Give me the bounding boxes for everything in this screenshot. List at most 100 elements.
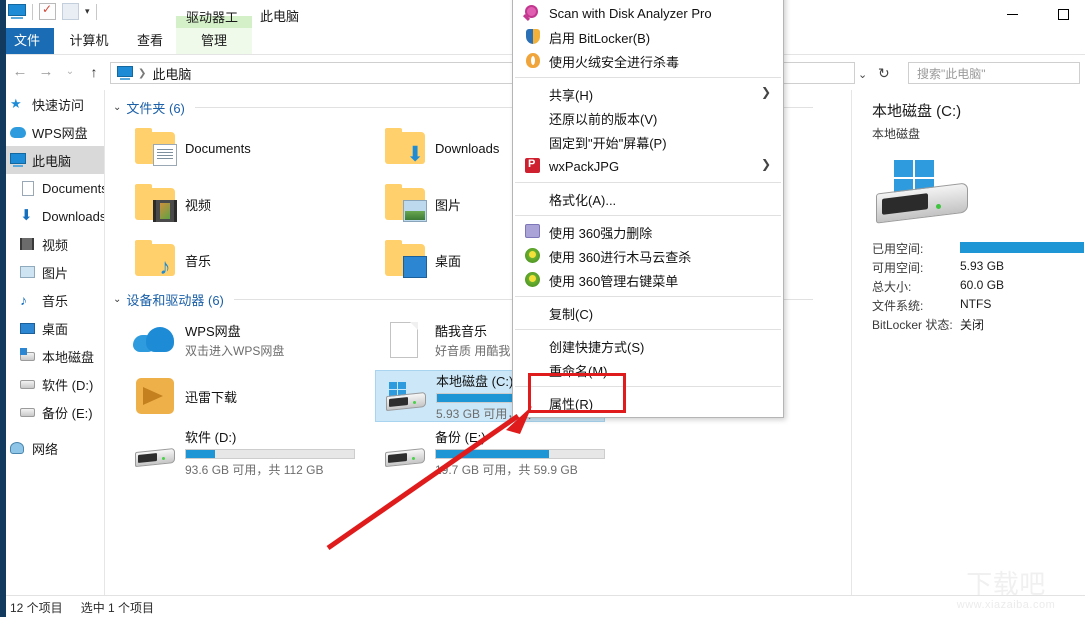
capacity-bar	[435, 448, 605, 459]
details-row-2: 总大小: 60.0 GB	[872, 278, 1085, 297]
sidebar-item-2[interactable]: 此电脑	[0, 146, 104, 174]
folder-music-icon: ♪	[131, 238, 179, 282]
details-key: BitLocker 状态:	[872, 318, 953, 332]
details-value: 5.93 GB	[960, 259, 1005, 273]
menu-item-label: 复制(C)	[549, 306, 594, 322]
tile-item[interactable]: 视频	[125, 178, 355, 230]
sidebar-item-3[interactable]: Documents	[0, 174, 104, 202]
wps-cloud-icon	[131, 318, 179, 362]
drive-icon	[20, 404, 36, 420]
details-properties-list: 已用空间: 可用空间: 5.93 GB 总大小: 60.0 GB 文件系统: NTFS Bit…	[872, 240, 1085, 335]
up-button[interactable]: ↑	[84, 62, 104, 82]
status-item-count: 12 个项目	[10, 600, 63, 615]
menu-item-7[interactable]: 固定到"开始"屏幕(P)	[513, 130, 783, 154]
menu-item-label: 共享(H)	[549, 87, 594, 103]
sidebar-item-label: 备份 (E:)	[42, 405, 93, 421]
details-key: 总大小:	[872, 280, 912, 294]
wxpackjpg-icon	[525, 158, 541, 174]
sidebar-item-4[interactable]: ⬇ Downloads	[0, 202, 104, 230]
navigation-pane[interactable]: ★ 快速访问 WPS网盘 此电脑 Documents ⬇ Downloads 视频图片 ♪ 音乐桌…	[0, 90, 105, 595]
sidebar-item-5[interactable]: 视频	[0, 230, 104, 258]
sidebar-item-label: Downloads	[42, 208, 104, 224]
tile-item[interactable]: 迅雷下载	[125, 370, 355, 422]
tab-view[interactable]: 查看	[124, 28, 176, 54]
menu-item-1[interactable]: Scan with Disk Analyzer Pro	[513, 1, 783, 25]
folder-pictures-icon	[381, 182, 429, 226]
tab-computer[interactable]: 计算机	[54, 28, 124, 54]
tile-item[interactable]: ♪ 音乐	[125, 234, 355, 286]
recent-locations-icon[interactable]: ⌄	[60, 62, 80, 82]
menu-item-14[interactable]: 使用 360管理右键菜单	[513, 268, 783, 292]
group-header-label: 设备和驱动器 (6)	[126, 293, 224, 308]
menu-item-properties[interactable]: 属性(R)	[513, 391, 783, 415]
drive-icon	[131, 430, 179, 474]
back-button[interactable]: ←	[10, 62, 30, 82]
sidebar-item-1[interactable]: WPS网盘	[0, 118, 104, 146]
tile-item[interactable]: Documents	[125, 122, 355, 174]
menu-item-18[interactable]: 创建快捷方式(S)	[513, 334, 783, 358]
details-subtitle: 本地磁盘	[872, 127, 921, 141]
search-input[interactable]: 搜索"此电脑"	[908, 62, 1080, 84]
menu-item-8[interactable]: wxPackJPG ❯	[513, 154, 783, 178]
menu-item-12[interactable]: 使用 360强力删除	[513, 220, 783, 244]
menu-item-6[interactable]: 还原以前的版本(V)	[513, 106, 783, 130]
menu-item-label: 创建快捷方式(S)	[549, 339, 645, 355]
menu-item-3[interactable]: 使用火绒安全进行杀毒	[513, 49, 783, 73]
details-value: 60.0 GB	[960, 278, 1005, 292]
menu-item-label: 还原以前的版本(V)	[549, 111, 658, 127]
folder-downloads-icon: ⬇	[381, 126, 429, 170]
sidebar-item-12[interactable]: 网络	[0, 434, 104, 462]
new-folder-icon[interactable]	[62, 3, 79, 20]
address-dropdown-icon[interactable]: ⌄	[858, 68, 867, 81]
folder-videos-icon	[131, 182, 179, 226]
item-name: 音乐	[185, 253, 212, 269]
sidebar-item-8[interactable]: 桌面	[0, 314, 104, 342]
menu-item-label: wxPackJPG	[549, 158, 620, 174]
details-title: 本地磁盘 (C:)	[872, 103, 962, 120]
item-name: WPS网盘	[185, 324, 241, 339]
maximize-button[interactable]	[1040, 0, 1085, 28]
sidebar-item-11[interactable]: 备份 (E:)	[0, 398, 104, 426]
tile-item[interactable]: WPS网盘 双击进入WPS网盘	[125, 314, 355, 366]
tile-item[interactable]: 备份 (E:) 19.7 GB 可用，共 59.9 GB	[375, 426, 605, 478]
sidebar-item-6[interactable]: 图片	[0, 258, 104, 286]
menu-item-13[interactable]: 使用 360进行木马云查杀	[513, 244, 783, 268]
status-bar: 12 个项目 选中 1 个项目	[0, 595, 1085, 618]
menu-item-5[interactable]: 共享(H) ❯	[513, 82, 783, 106]
drive-context-menu[interactable]: Scan with Disk Analyzer Pro 启用 BitLocker(…	[512, 0, 784, 418]
menu-item-16[interactable]: 复制(C)	[513, 301, 783, 325]
refresh-icon[interactable]: ↻	[878, 65, 890, 82]
chevron-down-icon[interactable]: ⌄	[113, 102, 121, 113]
chevron-down-icon[interactable]: ⌄	[113, 294, 121, 305]
this-pc-icon	[10, 152, 26, 168]
menu-item-19[interactable]: 重命名(M)	[513, 358, 783, 382]
minimize-button[interactable]	[989, 0, 1035, 28]
sidebar-item-7[interactable]: ♪ 音乐	[0, 286, 104, 314]
menu-item-label: 使用 360强力删除	[549, 225, 653, 241]
menu-item-10[interactable]: 格式化(A)...	[513, 187, 783, 211]
details-key: 可用空间:	[872, 261, 924, 275]
360-icon	[525, 272, 541, 288]
sidebar-item-10[interactable]: 软件 (D:)	[0, 370, 104, 398]
folder-documents-icon	[131, 126, 179, 170]
tab-file[interactable]: 文件	[0, 28, 54, 54]
menu-separator	[515, 329, 781, 330]
menu-item-label: 使用 360进行木马云查杀	[549, 249, 692, 265]
tab-manage[interactable]: 管理	[176, 28, 252, 54]
sidebar-item-0[interactable]: ★ 快速访问	[0, 90, 104, 118]
properties-icon[interactable]	[39, 2, 56, 20]
drive-icon	[20, 376, 36, 392]
chevron-down-icon[interactable]: ▾	[85, 7, 90, 16]
sidebar-item-9[interactable]: 本地磁盘	[0, 342, 104, 370]
forward-button[interactable]: →	[36, 62, 56, 82]
menu-item-label: 重命名(M)	[549, 363, 608, 379]
chevron-right-icon: ❯	[760, 157, 771, 171]
breadcrumb-this-pc[interactable]: 此电脑	[152, 64, 191, 83]
sidebar-item-label: 视频	[42, 237, 69, 253]
menu-item-label: 格式化(A)...	[549, 192, 617, 208]
videos-icon	[20, 236, 36, 252]
details-value: NTFS	[960, 297, 992, 311]
menu-item-2[interactable]: 启用 BitLocker(B)	[513, 25, 783, 49]
tile-item[interactable]: 软件 (D:) 93.6 GB 可用，共 112 GB	[125, 426, 355, 478]
this-pc-icon[interactable]	[8, 3, 26, 20]
